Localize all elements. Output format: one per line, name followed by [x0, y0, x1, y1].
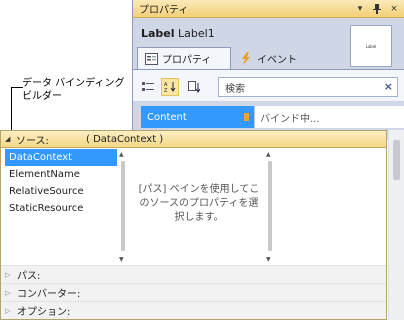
path-pane-scrollbar[interactable]: ▲ ▼ [266, 151, 274, 263]
lightning-icon [239, 51, 253, 65]
object-preview: Label [350, 25, 392, 67]
source-list[interactable]: DataContext ElementName RelativeSource S… [5, 149, 117, 261]
options-label: オプション: [17, 307, 71, 318]
collapsed-triangle-icon[interactable]: ▷ [5, 271, 13, 279]
tab-events-label: イベント [257, 54, 297, 66]
selected-object: Label Label1 [141, 27, 215, 40]
collapsed-triangle-icon[interactable]: ▷ [5, 289, 13, 297]
property-name-text: Content [147, 111, 187, 123]
source-item-relativesource[interactable]: RelativeSource [5, 183, 117, 200]
source-item-elementname[interactable]: ElementName [5, 166, 117, 183]
expanded-triangle-icon[interactable]: ◢ [5, 135, 13, 143]
property-row-content[interactable]: Content バインド中... [141, 106, 404, 128]
source-panel: DataContext ElementName RelativeSource S… [1, 149, 386, 265]
search-input[interactable]: 検索 × [218, 77, 398, 97]
scroll-up-icon[interactable]: ▲ [266, 151, 271, 158]
collapsed-triangle-icon[interactable]: ▷ [5, 307, 13, 315]
binding-marker-icon[interactable] [244, 113, 249, 121]
property-value[interactable]: バインド中... [254, 106, 404, 128]
builder-scrollbar[interactable] [388, 130, 404, 320]
path-hint-text: [パス] ペインを使用してこのソースのプロパティを選択します。 [138, 184, 260, 223]
categorized-icon[interactable] [139, 78, 157, 96]
properties-toolbar: AZ 検索 × [133, 69, 404, 101]
clear-icon[interactable]: × [384, 80, 393, 93]
source-label: ソース: [16, 135, 49, 147]
scrollbar-track[interactable] [121, 161, 125, 251]
scrollbar-thumb[interactable] [393, 140, 400, 180]
object-type: Label [141, 27, 175, 40]
tab-properties[interactable]: プロパティ [137, 47, 231, 69]
property-name: Content [141, 106, 254, 128]
path-label: パス: [17, 271, 41, 282]
pin-icon[interactable] [370, 2, 384, 16]
source-item-staticresource[interactable]: StaticResource [5, 200, 117, 217]
options-section-header[interactable]: ▷ オプション: [1, 301, 386, 319]
converter-section-header[interactable]: ▷ コンバーター: [1, 283, 386, 301]
path-section-header[interactable]: ▷ パス: [1, 265, 386, 283]
scroll-down-icon[interactable]: ▼ [119, 256, 124, 263]
tab-properties-label: プロパティ [162, 55, 212, 66]
source-value: ( DataContext ) [86, 133, 164, 145]
svg-text:Z: Z [164, 88, 168, 93]
scroll-down-icon[interactable]: ▼ [266, 256, 271, 263]
source-list-scrollbar[interactable]: ▲ ▼ [119, 151, 127, 263]
scrollbar-track[interactable] [268, 161, 272, 251]
properties-icon [144, 52, 158, 66]
sort-source-icon[interactable] [185, 78, 203, 96]
properties-title: プロパティ [139, 5, 189, 16]
properties-window: プロパティ ▾ × Label Label1 Label プロパティ イベント … [132, 0, 404, 140]
builder-sections: ▷ パス: ▷ コンバーター: ▷ オプション: [1, 265, 386, 319]
properties-title-bar: プロパティ ▾ × [133, 0, 404, 18]
object-name: Label1 [178, 27, 215, 40]
callout-line [11, 87, 12, 131]
source-section-header[interactable]: ◢ ソース: ( DataContext ) [1, 131, 386, 148]
converter-label: コンバーター: [17, 289, 81, 300]
close-icon[interactable]: × [387, 2, 401, 16]
sort-alpha-icon[interactable]: AZ [161, 78, 179, 96]
data-binding-builder: ◢ ソース: ( DataContext ) DataContext Eleme… [0, 130, 387, 320]
dropdown-icon[interactable]: ▾ [353, 2, 367, 16]
scroll-up-icon[interactable]: ▲ [119, 151, 124, 158]
search-placeholder: 検索 [225, 83, 245, 95]
source-item-datacontext[interactable]: DataContext [5, 149, 117, 166]
callout-label: データ バインディング ビルダー [22, 78, 125, 102]
tab-events[interactable]: イベント [233, 47, 313, 69]
